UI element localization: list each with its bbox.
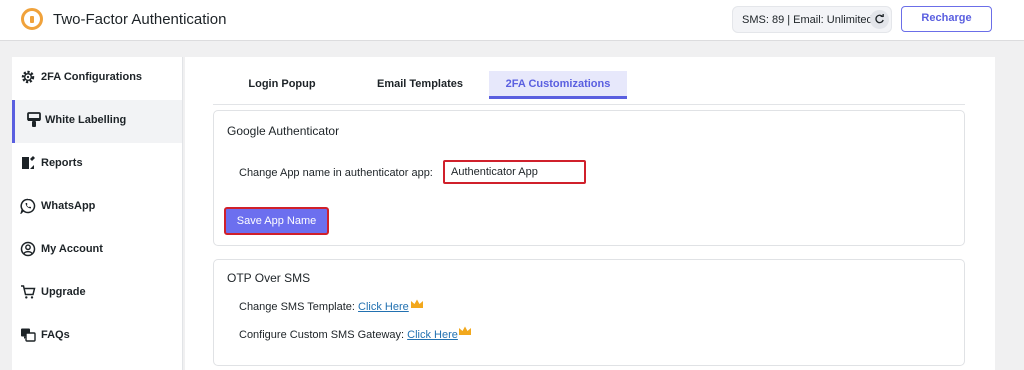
otp-over-sms-title: OTP Over SMS (227, 271, 311, 285)
paint-brush-icon (27, 112, 41, 127)
faq-icon (21, 328, 36, 342)
save-app-name-button[interactable]: Save App Name (224, 207, 329, 235)
tabs-divider (213, 104, 965, 105)
sidebar-item-label: My Account (41, 243, 103, 255)
sidebar-item-label: 2FA Configurations (41, 71, 143, 83)
sms-gateway-link[interactable]: Click Here (407, 329, 458, 341)
sidebar-item-faqs[interactable]: FAQs (12, 315, 182, 358)
sidebar-item-label: FAQs (41, 329, 70, 341)
sidebar-item-my-account[interactable]: My Account (12, 229, 182, 272)
gear-icon (21, 70, 35, 84)
sidebar-item-label: Upgrade (41, 286, 86, 298)
app-title: Two-Factor Authentication (53, 11, 227, 28)
user-circle-icon (20, 241, 36, 257)
crown-icon (459, 326, 471, 335)
cart-icon (21, 285, 36, 299)
tab-login-popup[interactable]: Login Popup (239, 71, 325, 99)
otp-over-sms-card: OTP Over SMS Change SMS Template: Click … (213, 259, 965, 366)
usage-status: SMS: 89 | Email: Unlimited (732, 6, 892, 33)
sidebar-item-upgrade[interactable]: Upgrade (12, 272, 182, 315)
google-authenticator-title: Google Authenticator (227, 124, 340, 138)
sidebar-item-label: Reports (41, 157, 83, 169)
sidebar-item-label: WhatsApp (41, 200, 96, 212)
app-name-label: Change App name in authenticator app: (239, 167, 433, 179)
main-panel: Login Popup Email Templates 2FA Customiz… (185, 57, 995, 370)
sms-template-link[interactable]: Click Here (358, 301, 409, 313)
usage-text: SMS: 89 | Email: Unlimited (742, 14, 873, 26)
report-icon (22, 156, 35, 169)
tab-email-templates[interactable]: Email Templates (365, 71, 475, 99)
sms-template-label: Change SMS Template: (239, 301, 355, 313)
recharge-button[interactable]: Recharge (901, 6, 992, 32)
app-name-input[interactable] (443, 160, 586, 184)
sms-gateway-label: Configure Custom SMS Gateway: (239, 329, 405, 341)
sidebar-item-whatsapp[interactable]: WhatsApp (12, 186, 182, 229)
sidebar-item-reports[interactable]: Reports (12, 143, 182, 186)
lock-logo-icon (21, 8, 43, 30)
crown-icon (411, 299, 423, 308)
tab-2fa-customizations[interactable]: 2FA Customizations (489, 71, 627, 99)
sms-template-row: Change SMS Template: Click Here (239, 301, 409, 313)
sidebar-item-label: White Labelling (45, 114, 127, 126)
sidebar: 2FA Configurations White Labelling Repor… (12, 57, 183, 370)
whatsapp-icon (20, 198, 36, 214)
refresh-button[interactable] (870, 10, 889, 29)
sidebar-item-2fa-configurations[interactable]: 2FA Configurations (12, 57, 182, 100)
top-bar: Two-Factor Authentication SMS: 89 | Emai… (0, 0, 1024, 41)
sms-gateway-row: Configure Custom SMS Gateway: Click Here (239, 329, 458, 341)
refresh-icon (875, 14, 884, 24)
sidebar-item-white-labelling[interactable]: White Labelling (12, 100, 182, 143)
